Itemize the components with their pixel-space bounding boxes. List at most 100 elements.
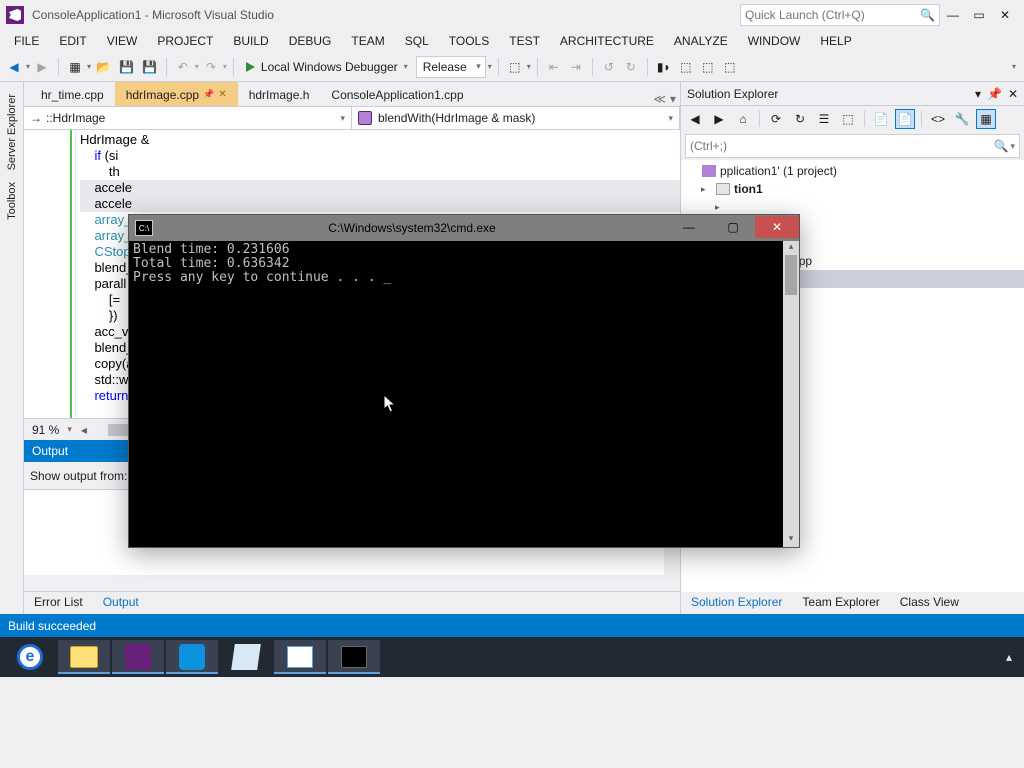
menu-tools[interactable]: TOOLS bbox=[439, 32, 499, 50]
menu-analyze[interactable]: ANALYZE bbox=[664, 32, 738, 50]
se-pin-icon[interactable]: 📌 bbox=[987, 87, 1002, 101]
chevron-down-icon[interactable]: ▾ bbox=[1010, 141, 1015, 152]
member-select[interactable]: blendWith(HdrImage & mask) bbox=[352, 107, 680, 129]
cmd-close-button[interactable]: ✕ bbox=[755, 216, 799, 238]
se-code-button[interactable]: <> bbox=[928, 109, 948, 129]
menu-test[interactable]: TEST bbox=[499, 32, 550, 50]
new-project-button[interactable]: ▦ bbox=[65, 56, 85, 78]
start-debugging-button[interactable]: Local Windows Debugger ▾ bbox=[240, 55, 414, 79]
step-button-2[interactable]: ↻ bbox=[621, 56, 641, 78]
se-refresh-button[interactable]: ↻ bbox=[790, 109, 810, 129]
step-button[interactable]: ↺ bbox=[599, 56, 619, 78]
tab-menu-icon[interactable]: ▾ bbox=[670, 92, 676, 106]
expand-icon[interactable]: ▸ bbox=[701, 184, 712, 195]
forward-button[interactable]: ▶ bbox=[32, 56, 52, 78]
se-home-button[interactable]: ⌂ bbox=[733, 109, 753, 129]
pin-icon[interactable]: 📌 bbox=[203, 89, 214, 100]
file-tab[interactable]: hdrImage.h bbox=[238, 82, 321, 106]
open-file-button[interactable]: 📂 bbox=[93, 56, 114, 78]
close-tab-icon[interactable]: ✕ bbox=[218, 89, 226, 100]
tab-overflow-icon[interactable]: ≪ bbox=[653, 92, 666, 106]
taskbar-ie[interactable] bbox=[4, 640, 56, 674]
minimize-button[interactable]: — bbox=[940, 8, 966, 22]
scope-select[interactable]: →::HdrImage bbox=[24, 107, 352, 129]
cmd-body[interactable]: Blend time: 0.231606 Total time: 0.63634… bbox=[129, 241, 799, 547]
right-bottom-tab-solution-explorer[interactable]: Solution Explorer bbox=[681, 592, 792, 614]
side-tab-toolbox[interactable]: Toolbox bbox=[4, 176, 20, 226]
menu-view[interactable]: VIEW bbox=[97, 32, 148, 50]
indent-button[interactable]: ⇤ bbox=[544, 56, 564, 78]
file-tab[interactable]: ConsoleApplication1.cpp bbox=[320, 82, 474, 106]
taskbar-cmd[interactable] bbox=[328, 640, 380, 674]
bottom-tab-error-list[interactable]: Error List bbox=[24, 592, 93, 614]
menu-edit[interactable]: EDIT bbox=[49, 32, 96, 50]
scroll-up-button[interactable]: ▴ bbox=[783, 241, 799, 255]
zoom-chevron-icon[interactable]: ▾ bbox=[67, 424, 76, 435]
se-collapse-button[interactable]: ☰ bbox=[814, 109, 834, 129]
toolbar-btn-c[interactable]: ⬚ bbox=[698, 56, 718, 78]
menu-help[interactable]: HELP bbox=[810, 32, 861, 50]
right-bottom-tab-team-explorer[interactable]: Team Explorer bbox=[792, 592, 889, 614]
outdent-button[interactable]: ⇥ bbox=[566, 56, 586, 78]
scroll-left-button[interactable]: ◂ bbox=[76, 423, 92, 437]
system-tray[interactable]: ▴ bbox=[998, 650, 1020, 664]
menu-architecture[interactable]: ARCHITECTURE bbox=[550, 32, 664, 50]
toolbar-btn-d[interactable]: ⬚ bbox=[720, 56, 740, 78]
toolbar-btn-b[interactable]: ⬚ bbox=[676, 56, 696, 78]
cmd-minimize-button[interactable]: — bbox=[667, 216, 711, 238]
side-tab-server-explorer[interactable]: Server Explorer bbox=[4, 88, 20, 176]
cmd-window[interactable]: C:\ C:\Windows\system32\cmd.exe — ▢ ✕ Bl… bbox=[128, 214, 800, 548]
right-bottom-tab-class-view[interactable]: Class View bbox=[890, 592, 969, 614]
se-sync-button[interactable]: ⟳ bbox=[766, 109, 786, 129]
se-show-all-button[interactable]: 📄 bbox=[871, 109, 891, 129]
taskbar-perfmon[interactable] bbox=[274, 640, 326, 674]
se-search[interactable]: 🔍 ▾ bbox=[685, 134, 1020, 158]
menu-debug[interactable]: DEBUG bbox=[279, 32, 342, 50]
menu-sql[interactable]: SQL bbox=[395, 32, 439, 50]
toolbar-btn-a[interactable]: ⬚ bbox=[505, 56, 525, 78]
save-button[interactable]: 💾 bbox=[116, 56, 137, 78]
quick-launch-input[interactable] bbox=[745, 8, 920, 22]
maximize-button[interactable]: ▭ bbox=[966, 8, 992, 22]
tree-node[interactable]: ▸tion1 bbox=[681, 180, 1024, 198]
taskbar-vs[interactable] bbox=[112, 640, 164, 674]
output-hscroll[interactable] bbox=[24, 575, 664, 591]
menu-window[interactable]: WINDOW bbox=[738, 32, 811, 50]
tree-node[interactable]: pplication1' (1 project) bbox=[681, 162, 1024, 180]
se-preview-button[interactable]: 📄 bbox=[895, 109, 915, 129]
cmd-vscroll[interactable]: ▴ ▾ bbox=[783, 241, 799, 547]
menu-build[interactable]: BUILD bbox=[223, 32, 278, 50]
menu-team[interactable]: TEAM bbox=[341, 32, 394, 50]
undo-button[interactable]: ↶ bbox=[173, 56, 193, 78]
taskbar-notepad[interactable] bbox=[220, 640, 272, 674]
zoom-level[interactable]: 91 % bbox=[24, 423, 67, 437]
cmd-maximize-button[interactable]: ▢ bbox=[711, 216, 755, 238]
search-icon[interactable]: 🔍 bbox=[920, 8, 935, 22]
close-button[interactable]: ✕ bbox=[992, 8, 1018, 22]
taskbar-app-a[interactable] bbox=[166, 640, 218, 674]
menu-file[interactable]: FILE bbox=[4, 32, 49, 50]
se-dropdown-icon[interactable]: ▾ bbox=[975, 87, 981, 101]
back-button[interactable]: ◀ bbox=[4, 56, 24, 78]
file-tab[interactable]: hr_time.cpp bbox=[30, 82, 115, 106]
se-back-button[interactable]: ◀ bbox=[685, 109, 705, 129]
se-search-input[interactable] bbox=[690, 139, 994, 153]
quick-launch[interactable]: 🔍 bbox=[740, 4, 940, 26]
save-all-button[interactable]: 💾 bbox=[139, 56, 160, 78]
se-class-view-button[interactable]: ▦ bbox=[976, 109, 996, 129]
bottom-tab-output[interactable]: Output bbox=[93, 592, 149, 614]
solution-config-select[interactable]: Release bbox=[416, 56, 486, 78]
se-close-icon[interactable]: ✕ bbox=[1008, 87, 1018, 101]
se-properties-button[interactable]: 🔧 bbox=[952, 109, 972, 129]
se-fwd-button[interactable]: ▶ bbox=[709, 109, 729, 129]
file-tab[interactable]: hdrImage.cpp📌✕ bbox=[115, 82, 238, 106]
se-btn-d[interactable]: ⬚ bbox=[838, 109, 858, 129]
expand-icon[interactable]: ▸ bbox=[715, 202, 726, 213]
search-icon[interactable]: 🔍 bbox=[994, 139, 1009, 153]
flag-button[interactable]: ▮◗ bbox=[654, 56, 674, 78]
redo-button[interactable]: ↷ bbox=[201, 56, 221, 78]
taskbar-explorer[interactable] bbox=[58, 640, 110, 674]
menu-project[interactable]: PROJECT bbox=[147, 32, 223, 50]
cmd-titlebar[interactable]: C:\ C:\Windows\system32\cmd.exe — ▢ ✕ bbox=[129, 215, 799, 241]
scroll-down-button[interactable]: ▾ bbox=[783, 533, 799, 547]
